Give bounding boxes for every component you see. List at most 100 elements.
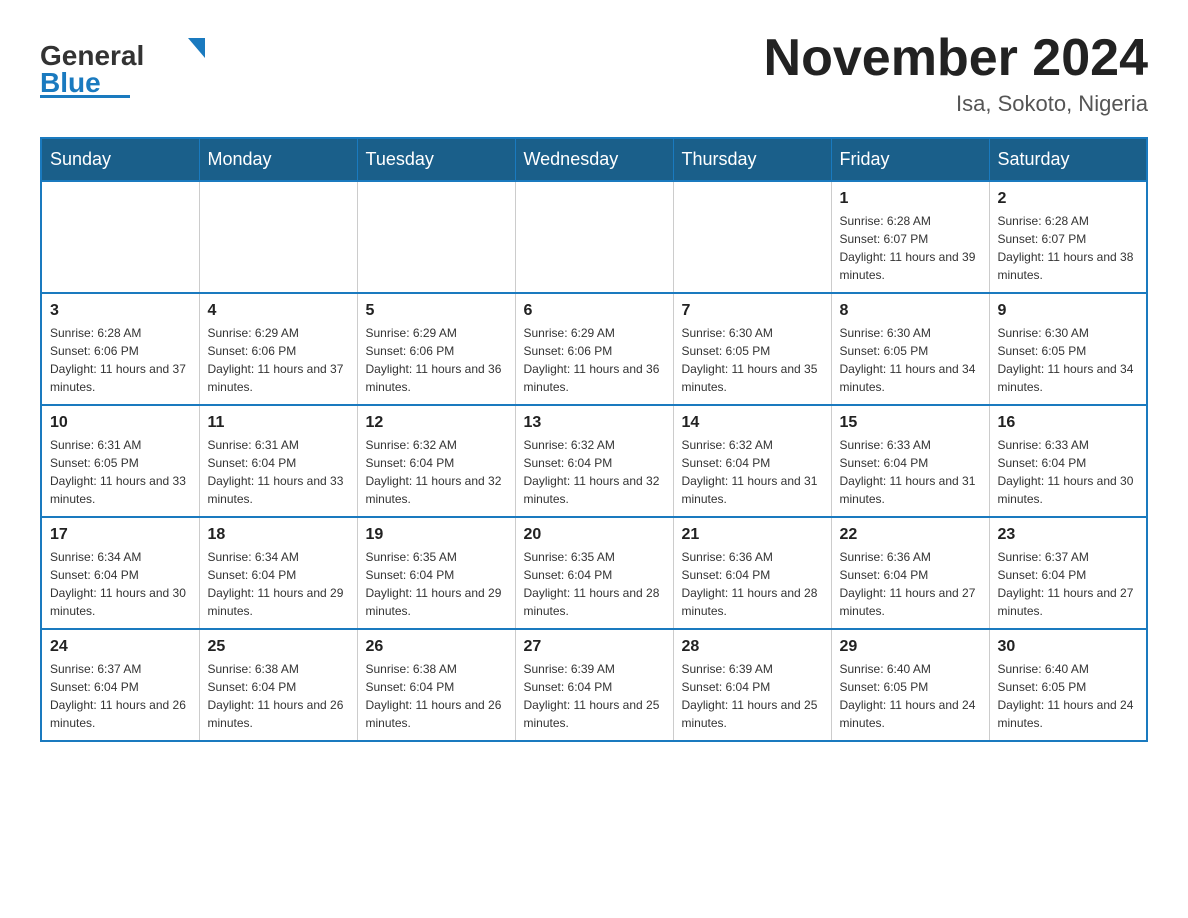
day-number: 29 [840, 638, 981, 656]
day-info: Sunrise: 6:36 AMSunset: 6:04 PMDaylight:… [840, 548, 981, 620]
table-row: 4 Sunrise: 6:29 AMSunset: 6:06 PMDayligh… [199, 293, 357, 405]
day-info: Sunrise: 6:40 AMSunset: 6:05 PMDaylight:… [840, 660, 981, 732]
table-row: 19 Sunrise: 6:35 AMSunset: 6:04 PMDaylig… [357, 517, 515, 629]
table-row: 7 Sunrise: 6:30 AMSunset: 6:05 PMDayligh… [673, 293, 831, 405]
col-saturday: Saturday [989, 138, 1147, 181]
day-number: 17 [50, 526, 191, 544]
day-number: 28 [682, 638, 823, 656]
day-number: 8 [840, 302, 981, 320]
table-row [41, 181, 199, 293]
table-row: 3 Sunrise: 6:28 AMSunset: 6:06 PMDayligh… [41, 293, 199, 405]
day-number: 12 [366, 414, 507, 432]
table-row: 29 Sunrise: 6:40 AMSunset: 6:05 PMDaylig… [831, 629, 989, 741]
day-info: Sunrise: 6:36 AMSunset: 6:04 PMDaylight:… [682, 548, 823, 620]
day-number: 18 [208, 526, 349, 544]
table-row: 21 Sunrise: 6:36 AMSunset: 6:04 PMDaylig… [673, 517, 831, 629]
logo-svg: General Blue [40, 30, 220, 100]
day-info: Sunrise: 6:35 AMSunset: 6:04 PMDaylight:… [366, 548, 507, 620]
table-row: 20 Sunrise: 6:35 AMSunset: 6:04 PMDaylig… [515, 517, 673, 629]
table-row: 10 Sunrise: 6:31 AMSunset: 6:05 PMDaylig… [41, 405, 199, 517]
day-number: 26 [366, 638, 507, 656]
logo: General Blue [40, 30, 220, 100]
col-monday: Monday [199, 138, 357, 181]
table-row: 12 Sunrise: 6:32 AMSunset: 6:04 PMDaylig… [357, 405, 515, 517]
day-info: Sunrise: 6:30 AMSunset: 6:05 PMDaylight:… [682, 324, 823, 396]
day-number: 1 [840, 190, 981, 208]
svg-text:Blue: Blue [40, 67, 101, 98]
day-number: 24 [50, 638, 191, 656]
table-row: 5 Sunrise: 6:29 AMSunset: 6:06 PMDayligh… [357, 293, 515, 405]
table-row [357, 181, 515, 293]
day-info: Sunrise: 6:32 AMSunset: 6:04 PMDaylight:… [682, 436, 823, 508]
table-row: 11 Sunrise: 6:31 AMSunset: 6:04 PMDaylig… [199, 405, 357, 517]
day-number: 5 [366, 302, 507, 320]
table-row: 25 Sunrise: 6:38 AMSunset: 6:04 PMDaylig… [199, 629, 357, 741]
table-row: 15 Sunrise: 6:33 AMSunset: 6:04 PMDaylig… [831, 405, 989, 517]
day-info: Sunrise: 6:29 AMSunset: 6:06 PMDaylight:… [366, 324, 507, 396]
day-info: Sunrise: 6:30 AMSunset: 6:05 PMDaylight:… [840, 324, 981, 396]
col-tuesday: Tuesday [357, 138, 515, 181]
day-number: 10 [50, 414, 191, 432]
day-number: 16 [998, 414, 1139, 432]
day-info: Sunrise: 6:28 AMSunset: 6:07 PMDaylight:… [840, 212, 981, 284]
day-number: 13 [524, 414, 665, 432]
table-row: 27 Sunrise: 6:39 AMSunset: 6:04 PMDaylig… [515, 629, 673, 741]
day-number: 21 [682, 526, 823, 544]
table-row [199, 181, 357, 293]
calendar-week-row: 17 Sunrise: 6:34 AMSunset: 6:04 PMDaylig… [41, 517, 1147, 629]
table-row: 1 Sunrise: 6:28 AMSunset: 6:07 PMDayligh… [831, 181, 989, 293]
day-info: Sunrise: 6:35 AMSunset: 6:04 PMDaylight:… [524, 548, 665, 620]
col-wednesday: Wednesday [515, 138, 673, 181]
table-row: 14 Sunrise: 6:32 AMSunset: 6:04 PMDaylig… [673, 405, 831, 517]
day-info: Sunrise: 6:31 AMSunset: 6:04 PMDaylight:… [208, 436, 349, 508]
title-section: November 2024 Isa, Sokoto, Nigeria [764, 30, 1148, 117]
table-row: 22 Sunrise: 6:36 AMSunset: 6:04 PMDaylig… [831, 517, 989, 629]
calendar-week-row: 1 Sunrise: 6:28 AMSunset: 6:07 PMDayligh… [41, 181, 1147, 293]
day-number: 3 [50, 302, 191, 320]
table-row [673, 181, 831, 293]
day-info: Sunrise: 6:39 AMSunset: 6:04 PMDaylight:… [524, 660, 665, 732]
location: Isa, Sokoto, Nigeria [764, 91, 1148, 117]
table-row: 16 Sunrise: 6:33 AMSunset: 6:04 PMDaylig… [989, 405, 1147, 517]
calendar-week-row: 24 Sunrise: 6:37 AMSunset: 6:04 PMDaylig… [41, 629, 1147, 741]
day-info: Sunrise: 6:40 AMSunset: 6:05 PMDaylight:… [998, 660, 1139, 732]
day-info: Sunrise: 6:31 AMSunset: 6:05 PMDaylight:… [50, 436, 191, 508]
day-number: 6 [524, 302, 665, 320]
day-number: 7 [682, 302, 823, 320]
day-number: 19 [366, 526, 507, 544]
day-number: 2 [998, 190, 1139, 208]
day-info: Sunrise: 6:37 AMSunset: 6:04 PMDaylight:… [998, 548, 1139, 620]
table-row: 24 Sunrise: 6:37 AMSunset: 6:04 PMDaylig… [41, 629, 199, 741]
day-number: 11 [208, 414, 349, 432]
day-number: 9 [998, 302, 1139, 320]
day-info: Sunrise: 6:34 AMSunset: 6:04 PMDaylight:… [208, 548, 349, 620]
day-number: 14 [682, 414, 823, 432]
calendar-header-row: Sunday Monday Tuesday Wednesday Thursday… [41, 138, 1147, 181]
day-number: 30 [998, 638, 1139, 656]
table-row: 26 Sunrise: 6:38 AMSunset: 6:04 PMDaylig… [357, 629, 515, 741]
calendar-table: Sunday Monday Tuesday Wednesday Thursday… [40, 137, 1148, 742]
month-title: November 2024 [764, 30, 1148, 87]
day-number: 27 [524, 638, 665, 656]
day-info: Sunrise: 6:32 AMSunset: 6:04 PMDaylight:… [524, 436, 665, 508]
table-row: 18 Sunrise: 6:34 AMSunset: 6:04 PMDaylig… [199, 517, 357, 629]
day-info: Sunrise: 6:28 AMSunset: 6:07 PMDaylight:… [998, 212, 1139, 284]
col-sunday: Sunday [41, 138, 199, 181]
day-info: Sunrise: 6:34 AMSunset: 6:04 PMDaylight:… [50, 548, 191, 620]
day-number: 25 [208, 638, 349, 656]
calendar-week-row: 3 Sunrise: 6:28 AMSunset: 6:06 PMDayligh… [41, 293, 1147, 405]
table-row: 9 Sunrise: 6:30 AMSunset: 6:05 PMDayligh… [989, 293, 1147, 405]
calendar-week-row: 10 Sunrise: 6:31 AMSunset: 6:05 PMDaylig… [41, 405, 1147, 517]
day-info: Sunrise: 6:39 AMSunset: 6:04 PMDaylight:… [682, 660, 823, 732]
day-info: Sunrise: 6:38 AMSunset: 6:04 PMDaylight:… [366, 660, 507, 732]
day-info: Sunrise: 6:29 AMSunset: 6:06 PMDaylight:… [524, 324, 665, 396]
table-row: 13 Sunrise: 6:32 AMSunset: 6:04 PMDaylig… [515, 405, 673, 517]
day-number: 23 [998, 526, 1139, 544]
table-row: 30 Sunrise: 6:40 AMSunset: 6:05 PMDaylig… [989, 629, 1147, 741]
day-info: Sunrise: 6:28 AMSunset: 6:06 PMDaylight:… [50, 324, 191, 396]
page-header: General Blue November 2024 Isa, Sokoto, … [40, 30, 1148, 117]
table-row [515, 181, 673, 293]
col-thursday: Thursday [673, 138, 831, 181]
day-number: 22 [840, 526, 981, 544]
day-number: 15 [840, 414, 981, 432]
